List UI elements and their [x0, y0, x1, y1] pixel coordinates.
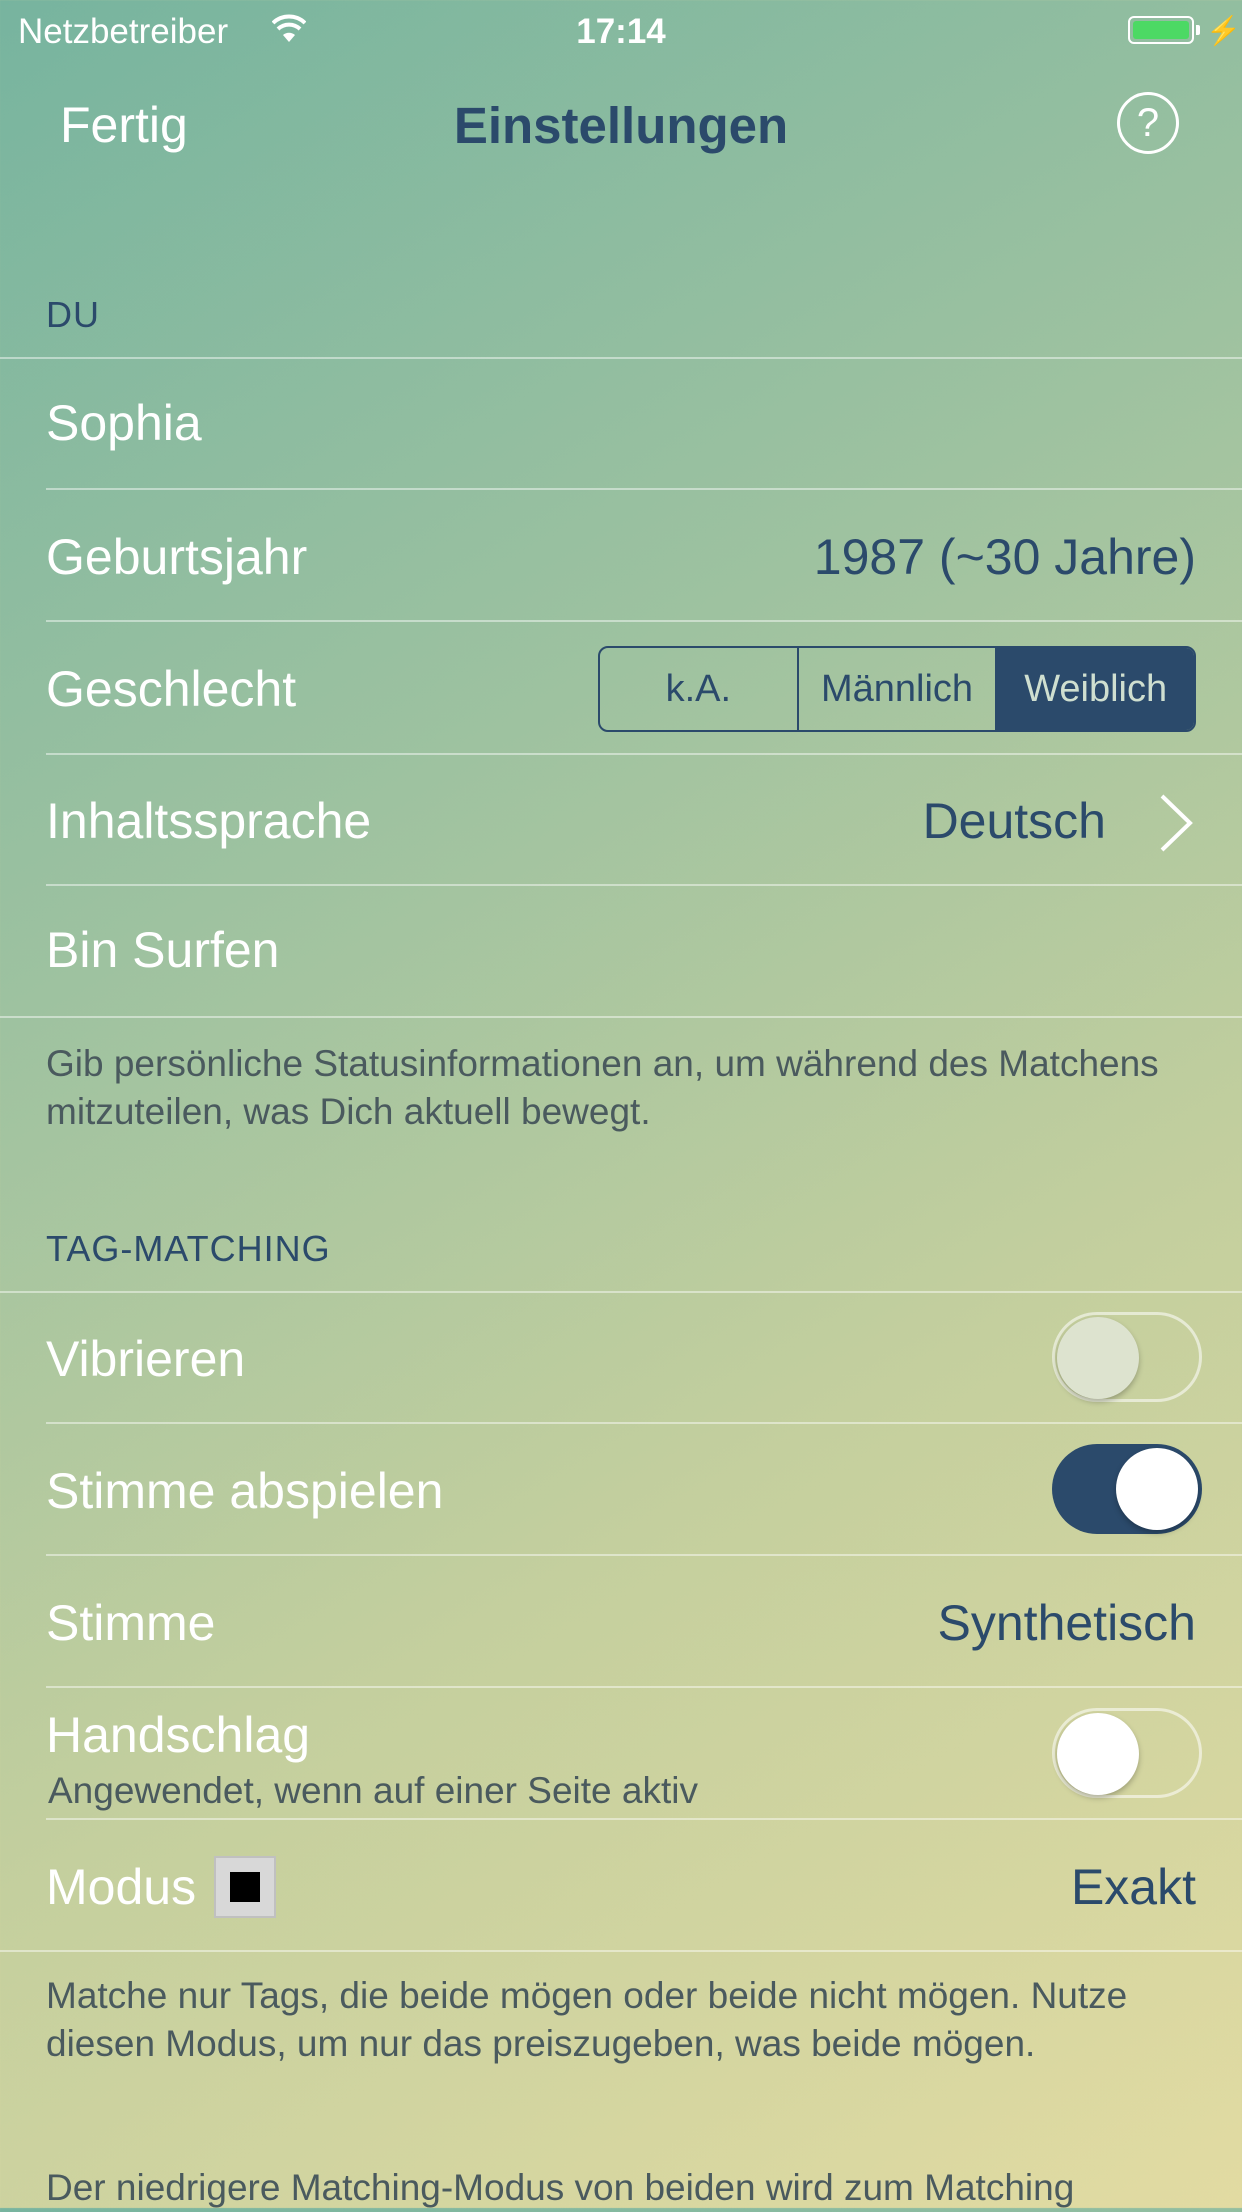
mode-value[interactable]: Exakt	[1071, 1858, 1196, 1916]
gender-option-na[interactable]: k.A.	[600, 648, 797, 730]
divider	[46, 620, 1242, 622]
toggle-knob	[1057, 1317, 1139, 1399]
content-language-label[interactable]: Inhaltssprache	[46, 792, 371, 850]
status-text-field[interactable]: Bin Surfen	[46, 921, 279, 979]
divider	[0, 1291, 1242, 1293]
status-footer-text: Gib persönliche Statusinformationen an, …	[46, 1043, 1159, 1132]
gender-option-male[interactable]: Männlich	[796, 648, 996, 730]
mode-label: Modus	[46, 1859, 197, 1915]
divider	[46, 1554, 1242, 1556]
gender-segmented-control: k.A. Männlich Weiblich	[598, 646, 1196, 732]
gender-label: Geschlecht	[46, 661, 297, 717]
handshake-toggle[interactable]	[1052, 1708, 1202, 1798]
handshake-label: Handschlag	[46, 1707, 311, 1763]
birth-year-value[interactable]: 1987 (~30 Jahre)	[814, 528, 1196, 586]
voice-value[interactable]: Synthetisch	[938, 1594, 1196, 1652]
birth-year-label: Geburtsjahr	[46, 529, 308, 585]
chevron-right-icon	[1160, 794, 1193, 852]
name-field[interactable]: Sophia	[46, 394, 202, 452]
battery-nub	[1196, 25, 1200, 35]
play-voice-label: Stimme abspielen	[46, 1463, 444, 1519]
divider	[0, 357, 1242, 359]
vibrate-toggle[interactable]	[1052, 1312, 1202, 1402]
divider	[46, 753, 1242, 755]
divider	[0, 1950, 1242, 1952]
content-language-value[interactable]: Deutsch	[923, 792, 1106, 850]
toggle-knob	[1116, 1448, 1198, 1530]
voice-label: Stimme	[46, 1595, 216, 1651]
vibrate-label: Vibrieren	[46, 1331, 246, 1387]
divider	[46, 488, 1242, 490]
mode-footer-text-2: Der niedrigere Matching-Modus von beiden…	[46, 2167, 1075, 2208]
divider	[46, 1686, 1242, 1688]
divider	[46, 1422, 1242, 1424]
status-time: 17:14	[576, 12, 666, 51]
section-header-du: DU	[46, 294, 100, 335]
divider	[46, 1818, 1242, 1820]
battery-icon	[1128, 16, 1194, 44]
divider	[46, 884, 1242, 886]
mode-footer-text: Matche nur Tags, die beide mögen oder be…	[46, 1975, 1128, 2064]
mode-info-icon[interactable]	[214, 1856, 276, 1918]
done-button[interactable]: Fertig	[60, 96, 188, 154]
handshake-subtitle: Angewendet, wenn auf einer Seite aktiv	[48, 1770, 698, 1811]
toggle-knob	[1057, 1713, 1139, 1795]
divider	[0, 1016, 1242, 1018]
section-header-tag-matching: TAG-MATCHING	[46, 1228, 331, 1269]
charging-bolt-icon: ⚡	[1206, 15, 1241, 46]
gender-option-female[interactable]: Weiblich	[995, 648, 1194, 730]
play-voice-toggle[interactable]	[1052, 1444, 1202, 1534]
help-button[interactable]: ?	[1117, 92, 1179, 154]
